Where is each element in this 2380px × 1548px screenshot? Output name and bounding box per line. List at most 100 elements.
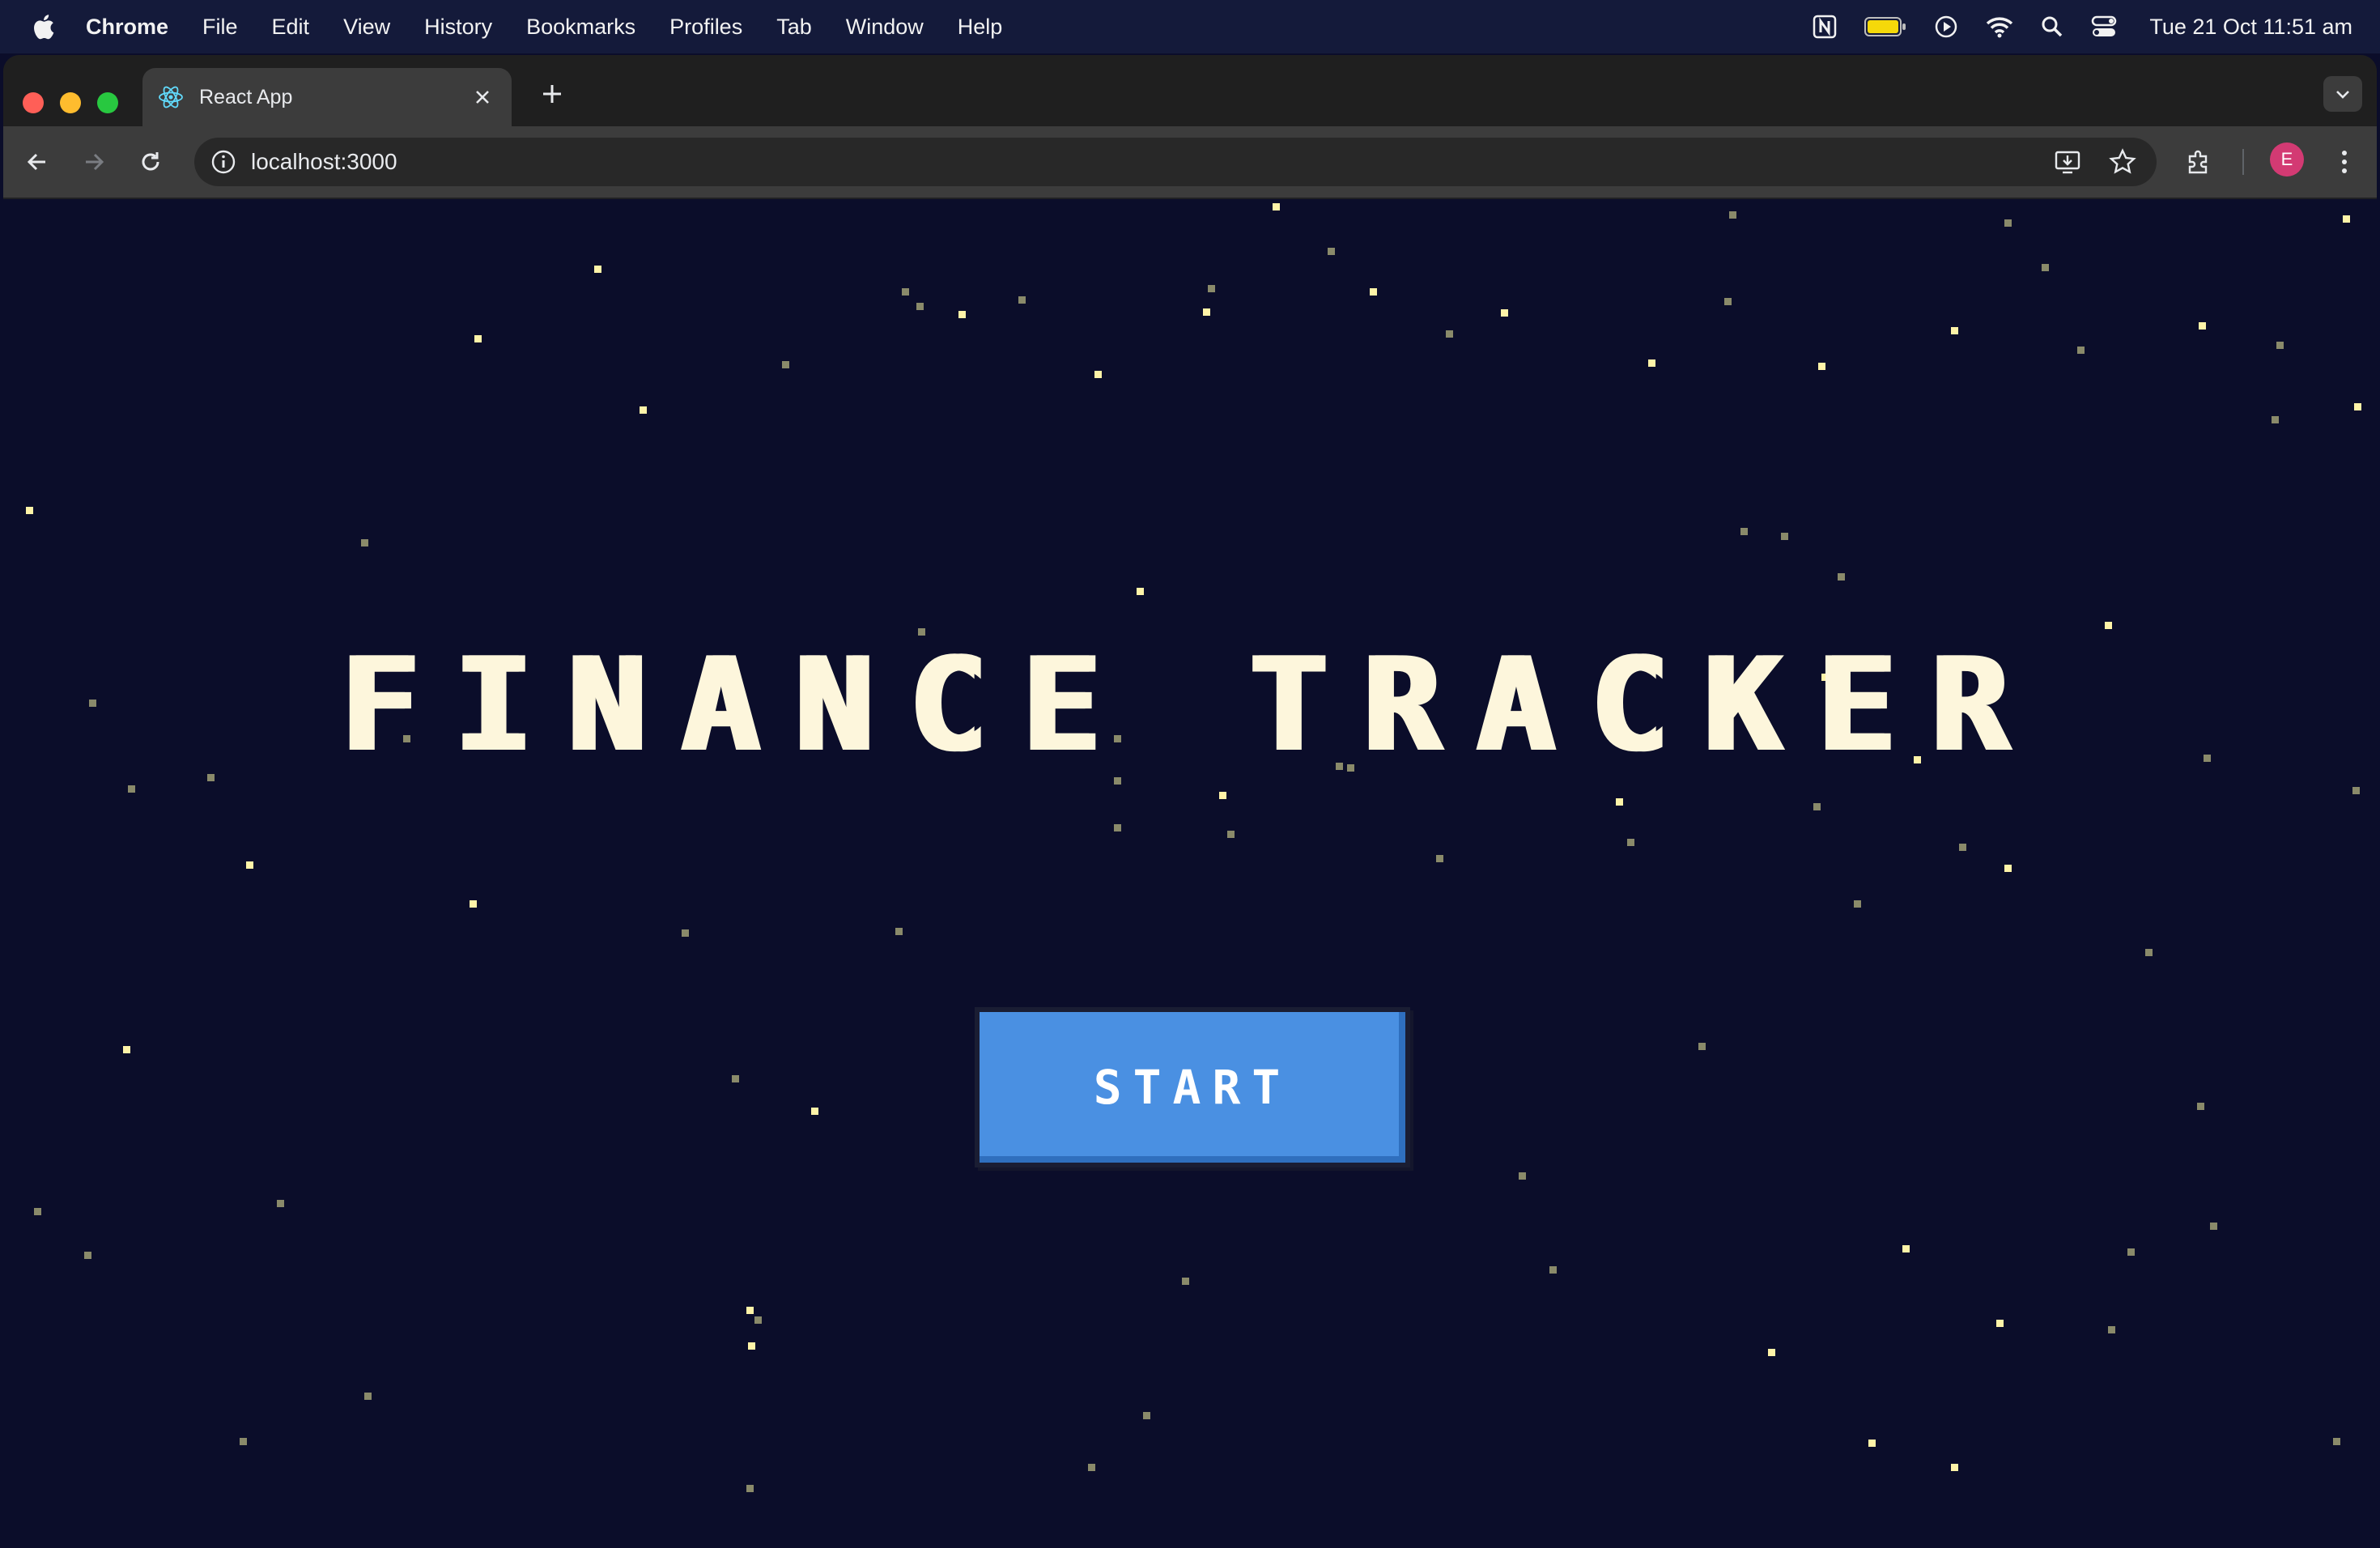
- star-dot: [782, 361, 789, 368]
- star-dot: [1854, 900, 1861, 908]
- star-dot: [246, 861, 253, 869]
- star-dot: [240, 1438, 247, 1445]
- star-dot: [1182, 1278, 1189, 1285]
- star-dot: [1729, 211, 1736, 219]
- menu-bookmarks[interactable]: Bookmarks: [526, 15, 635, 40]
- star-dot: [1868, 1440, 1876, 1447]
- star-dot: [2105, 622, 2112, 629]
- star-dot: [34, 1208, 41, 1215]
- star-dot: [2004, 865, 2012, 872]
- star-dot: [84, 1252, 91, 1259]
- star-dot: [1724, 298, 1732, 305]
- star-dot: [1328, 248, 1335, 255]
- star-dot: [364, 1393, 372, 1400]
- star-dot: [470, 900, 477, 908]
- star-dot: [682, 929, 689, 937]
- status-area: Tue 21 Oct 11:51 am: [1785, 0, 2352, 53]
- star-dot: [1446, 330, 1453, 338]
- star-dot: [2354, 403, 2361, 410]
- forward-button[interactable]: [78, 146, 110, 178]
- menu-app-name[interactable]: Chrome: [86, 15, 168, 40]
- forward-arrow-icon: [86, 153, 104, 171]
- menu-history[interactable]: History: [424, 15, 492, 40]
- apple-logo-icon[interactable]: [31, 12, 55, 41]
- new-tab-icon[interactable]: [536, 78, 568, 110]
- star-dot: [2352, 787, 2360, 794]
- star-dot: [1208, 285, 1215, 292]
- star-dot: [916, 303, 924, 310]
- star-dot: [1951, 327, 1958, 334]
- star-dot: [474, 335, 482, 342]
- star-dot: [1519, 1172, 1526, 1180]
- play-icon[interactable]: [1934, 15, 1958, 39]
- tab-react-app[interactable]: React App: [142, 68, 512, 126]
- menubar-clock[interactable]: Tue 21 Oct 11:51 am: [2149, 15, 2352, 40]
- star-dot: [1818, 363, 1825, 370]
- star-dot: [361, 539, 368, 546]
- control-center-icon[interactable]: [2091, 15, 2117, 38]
- menu-view[interactable]: View: [343, 15, 390, 40]
- fullscreen-window-button[interactable]: [97, 92, 118, 113]
- star-dot: [1273, 203, 1280, 211]
- page-content: FINANCE TRACKER START: [3, 199, 2377, 1548]
- star-dot: [2343, 215, 2350, 223]
- menu-window[interactable]: Window: [846, 15, 924, 40]
- notion-icon[interactable]: [1813, 15, 1837, 39]
- star-dot: [1088, 1464, 1095, 1471]
- star-dot: [2199, 322, 2206, 330]
- star-dot: [1838, 573, 1845, 580]
- star-dot: [748, 1342, 755, 1350]
- star-dot: [895, 928, 903, 935]
- address-bar[interactable]: localhost:3000: [194, 138, 2157, 186]
- tab-search-button[interactable]: [2323, 76, 2362, 112]
- star-dot: [1094, 371, 1102, 378]
- star-dot: [1740, 528, 1748, 535]
- star-dot: [732, 1075, 739, 1082]
- star-dot: [2127, 1248, 2135, 1256]
- chrome-menu-button[interactable]: [2328, 146, 2361, 178]
- start-button[interactable]: START: [975, 1007, 1410, 1167]
- star-dot: [1501, 309, 1508, 317]
- extensions-button[interactable]: [2182, 146, 2215, 178]
- star-dot: [1370, 288, 1377, 296]
- site-info-icon[interactable]: [209, 147, 238, 176]
- star-dot: [1143, 1412, 1150, 1419]
- star-dot: [746, 1307, 754, 1314]
- battery-icon[interactable]: [1864, 16, 1906, 37]
- star-dot: [1616, 798, 1623, 806]
- star-dot: [1698, 1043, 1706, 1050]
- star-dot: [2004, 219, 2012, 227]
- reload-button[interactable]: [134, 146, 167, 178]
- browser-window: React App localhost:3000 E FINANCE TRACK…: [3, 55, 2377, 1548]
- menu-profiles[interactable]: Profiles: [669, 15, 742, 40]
- reload-icon: [142, 152, 159, 171]
- star-dot: [1018, 296, 1026, 304]
- star-dot: [1996, 1320, 2004, 1327]
- url-text[interactable]: localhost:3000: [251, 149, 397, 175]
- menu-tab[interactable]: Tab: [776, 15, 812, 40]
- close-window-button[interactable]: [23, 92, 44, 113]
- profile-avatar[interactable]: E: [2270, 142, 2304, 176]
- menu-help[interactable]: Help: [958, 15, 1003, 40]
- search-icon[interactable]: [2041, 15, 2063, 38]
- star-dot: [2145, 949, 2153, 956]
- bookmark-star-icon[interactable]: [2108, 147, 2137, 176]
- page-title: FINANCE TRACKER: [338, 629, 2042, 780]
- star-dot: [207, 774, 215, 781]
- back-button[interactable]: [21, 146, 53, 178]
- star-dot: [958, 311, 966, 318]
- menu-file[interactable]: File: [202, 15, 238, 40]
- star-dot: [640, 406, 647, 414]
- star-dot: [1902, 1245, 1910, 1252]
- minimize-window-button[interactable]: [60, 92, 81, 113]
- star-dot: [1114, 824, 1121, 831]
- star-dot: [2042, 264, 2049, 271]
- install-app-icon[interactable]: [2053, 147, 2082, 176]
- star-dot: [2210, 1223, 2217, 1230]
- star-dot: [2272, 416, 2279, 423]
- wifi-icon[interactable]: [1986, 15, 2013, 38]
- back-arrow-icon: [27, 153, 45, 171]
- star-dot: [1627, 839, 1634, 846]
- menu-edit[interactable]: Edit: [272, 15, 310, 40]
- close-tab-icon[interactable]: [468, 83, 497, 112]
